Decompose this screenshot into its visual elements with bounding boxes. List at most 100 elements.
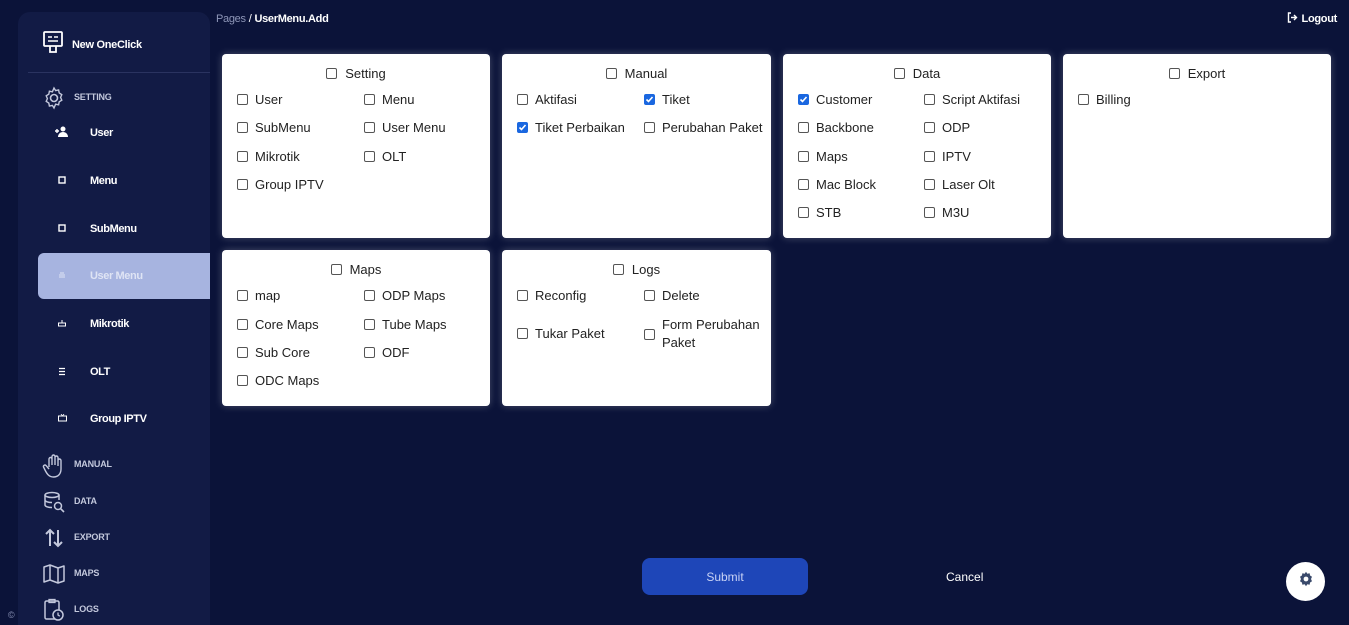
section-data[interactable]: DATA: [42, 490, 97, 519]
checkbox[interactable]: [364, 347, 375, 358]
checkbox[interactable]: [364, 319, 375, 330]
checkbox[interactable]: [644, 328, 655, 340]
checkbox[interactable]: [644, 122, 655, 133]
checkbox[interactable]: [517, 94, 528, 105]
checkbox[interactable]: [924, 122, 935, 133]
option-perubahan-paket[interactable]: Perubahan Paket: [644, 119, 762, 137]
option-customer[interactable]: Customer: [798, 91, 872, 109]
checkbox[interactable]: [364, 122, 375, 133]
sidebar-item-submenu[interactable]: SubMenu: [38, 206, 210, 252]
option-user[interactable]: User: [237, 91, 282, 109]
checkbox[interactable]: [237, 375, 248, 386]
option-mac-block[interactable]: Mac Block: [798, 176, 876, 194]
card-header[interactable]: Maps: [222, 262, 490, 277]
checkbox[interactable]: [364, 94, 375, 105]
card-header[interactable]: Logs: [502, 262, 771, 277]
sidebar-item-olt[interactable]: OLT: [38, 349, 210, 395]
option-tiket[interactable]: Tiket: [644, 91, 690, 109]
option-m3u[interactable]: M3U: [924, 204, 969, 222]
option-odf[interactable]: ODF: [364, 344, 409, 362]
option-stb[interactable]: STB: [798, 204, 841, 222]
option-olt[interactable]: OLT: [364, 148, 406, 166]
section-maps[interactable]: MAPS: [42, 562, 99, 591]
section-logs[interactable]: LOGS: [42, 598, 99, 625]
submit-button[interactable]: Submit: [642, 558, 808, 595]
checkbox[interactable]: [644, 94, 655, 105]
option-label: Aktifasi: [535, 92, 577, 107]
card-header[interactable]: Setting: [222, 66, 490, 81]
card-header[interactable]: Manual: [502, 66, 771, 81]
checkbox[interactable]: [798, 151, 809, 162]
option-submenu[interactable]: SubMenu: [237, 119, 311, 137]
select-all-checkbox[interactable]: [612, 264, 624, 275]
checkbox[interactable]: [1078, 94, 1089, 105]
checkbox[interactable]: [237, 122, 248, 133]
checkbox[interactable]: [517, 328, 528, 339]
option-laser-olt[interactable]: Laser Olt: [924, 176, 995, 194]
checkbox[interactable]: [364, 151, 375, 162]
option-iptv[interactable]: IPTV: [924, 148, 971, 166]
sidebar-item-menu[interactable]: Menu: [38, 158, 210, 204]
section-manual[interactable]: MANUAL: [42, 453, 112, 484]
checkbox[interactable]: [364, 290, 375, 301]
option-core-maps[interactable]: Core Maps: [237, 316, 319, 334]
checkbox[interactable]: [237, 347, 248, 358]
option-odp-maps[interactable]: ODP Maps: [364, 287, 445, 305]
checkbox[interactable]: [237, 290, 248, 301]
sidebar-item-user-menu[interactable]: User Menu: [38, 253, 210, 299]
select-all-checkbox[interactable]: [1168, 68, 1180, 79]
option-mikrotik[interactable]: Mikrotik: [237, 148, 300, 166]
checkbox[interactable]: [644, 290, 655, 301]
logout-button[interactable]: Logout: [1287, 12, 1337, 26]
select-all-checkbox[interactable]: [326, 68, 338, 79]
option-map[interactable]: map: [237, 287, 280, 305]
square-icon: [38, 224, 78, 234]
option-tukar-paket[interactable]: Tukar Paket: [517, 325, 605, 343]
cancel-button[interactable]: Cancel: [946, 558, 983, 595]
option-form-perubahan-paket[interactable]: Form Perubahan Paket: [644, 316, 762, 352]
checkbox[interactable]: [517, 122, 528, 133]
option-script-aktifasi[interactable]: Script Aktifasi: [924, 91, 1020, 109]
checkbox[interactable]: [237, 319, 248, 330]
checkbox[interactable]: [798, 179, 809, 190]
brand[interactable]: New OneClick: [42, 30, 142, 59]
option-odp[interactable]: ODP: [924, 119, 970, 137]
checkbox[interactable]: [798, 122, 809, 133]
option-reconfig[interactable]: Reconfig: [517, 287, 586, 305]
card-header[interactable]: Export: [1063, 66, 1331, 81]
checkbox[interactable]: [237, 94, 248, 105]
option-tiket-perbaikan[interactable]: Tiket Perbaikan: [517, 119, 625, 137]
option-billing[interactable]: Billing: [1078, 91, 1131, 109]
checkbox[interactable]: [517, 290, 528, 301]
option-sub-core[interactable]: Sub Core: [237, 344, 310, 362]
card-title: Maps: [349, 262, 382, 277]
select-all-checkbox[interactable]: [893, 68, 905, 79]
card-header[interactable]: Data: [783, 66, 1051, 81]
checkbox[interactable]: [924, 179, 935, 190]
option-menu[interactable]: Menu: [364, 91, 415, 109]
checkbox[interactable]: [924, 151, 935, 162]
checkbox[interactable]: [798, 207, 809, 218]
sidebar-item-mikrotik[interactable]: Mikrotik: [38, 301, 210, 347]
sidebar-item-group-iptv[interactable]: Group IPTV: [38, 396, 210, 442]
checkbox[interactable]: [924, 94, 935, 105]
select-all-checkbox[interactable]: [330, 264, 342, 275]
option-backbone[interactable]: Backbone: [798, 119, 874, 137]
option-user-menu[interactable]: User Menu: [364, 119, 446, 137]
option-tube-maps[interactable]: Tube Maps: [364, 316, 447, 334]
checkbox[interactable]: [237, 151, 248, 162]
breadcrumb: Pages / UserMenu.Add: [216, 13, 329, 25]
breadcrumb-parent[interactable]: Pages: [216, 13, 246, 25]
option-delete[interactable]: Delete: [644, 287, 700, 305]
checkbox[interactable]: [924, 207, 935, 218]
option-group-iptv[interactable]: Group IPTV: [237, 176, 324, 194]
sidebar-item-user[interactable]: User: [38, 110, 210, 156]
checkbox[interactable]: [798, 94, 809, 105]
settings-fab[interactable]: [1286, 562, 1325, 601]
option-odc-maps[interactable]: ODC Maps: [237, 372, 319, 390]
select-all-checkbox[interactable]: [605, 68, 617, 79]
section-export[interactable]: EXPORT: [42, 526, 110, 555]
option-aktifasi[interactable]: Aktifasi: [517, 91, 577, 109]
option-maps[interactable]: Maps: [798, 148, 848, 166]
checkbox[interactable]: [237, 179, 248, 190]
